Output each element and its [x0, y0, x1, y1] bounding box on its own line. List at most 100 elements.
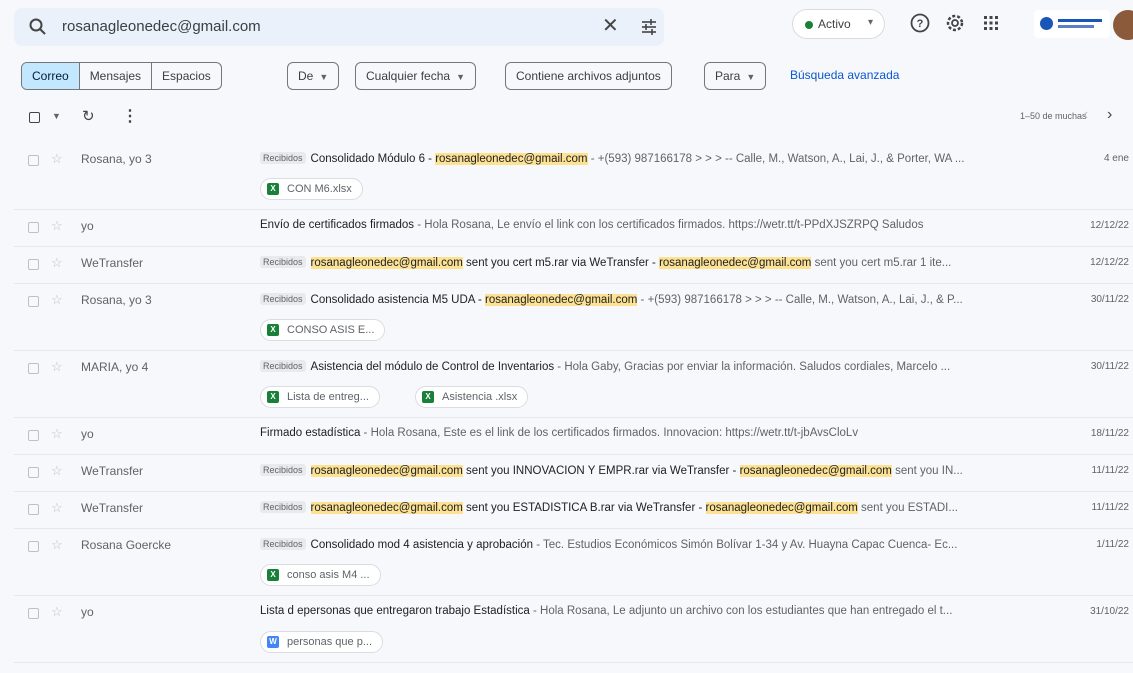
- email-sender: yo: [81, 427, 94, 441]
- more-options-icon[interactable]: ⋮: [122, 106, 138, 126]
- row-checkbox[interactable]: [28, 363, 39, 374]
- email-line: Recibidos rosanagleonedec@gmail.com sent …: [260, 501, 1050, 514]
- status-selector[interactable]: Activo ▾: [792, 9, 885, 39]
- search-options-icon[interactable]: [640, 18, 658, 36]
- row-checkbox[interactable]: [28, 296, 39, 307]
- attachment-name: CON M6.xlsx: [287, 183, 352, 195]
- email-date: 4 ene: [1103, 153, 1129, 164]
- row-checkbox[interactable]: [28, 259, 39, 270]
- email-row[interactable]: ☆ yo Lista d epersonas que entregaron trab…: [14, 596, 1133, 663]
- star-icon[interactable]: ☆: [51, 537, 63, 553]
- email-row[interactable]: ☆ yo Firmado estadística - Hola Rosana, Es…: [14, 418, 1133, 455]
- search-highlight: rosanagleonedec@gmail.com: [485, 294, 638, 306]
- spreadsheet-file-icon: X: [267, 569, 279, 581]
- attachment-chip[interactable]: Wpersonas que p...: [260, 631, 384, 653]
- from-filter-chip[interactable]: De ▼: [287, 62, 340, 90]
- chip-label: Cualquier fecha: [366, 69, 451, 83]
- email-snippet: sent you ESTADI...: [857, 502, 958, 514]
- spreadsheet-file-icon: X: [267, 183, 279, 195]
- email-date: 12/12/22: [1090, 257, 1129, 268]
- email-sender: WeTransfer: [81, 464, 144, 478]
- email-row[interactable]: ☆ Rosana, yo 3 Recibidos Consolidado Módulo…: [14, 143, 1133, 210]
- email-snippet: - Tec. Estudios Económicos Simón Bolívar…: [533, 539, 958, 551]
- email-snippet: - Hola Rosana, Le envío el link con los …: [414, 219, 924, 231]
- tab-correo[interactable]: Correo: [22, 63, 80, 89]
- avatar[interactable]: [1113, 10, 1133, 40]
- next-page-icon[interactable]: ›: [1107, 106, 1112, 124]
- email-date: 12/12/22: [1090, 220, 1129, 231]
- email-sender: yo: [81, 219, 94, 233]
- row-checkbox[interactable]: [28, 504, 39, 515]
- email-sender: Rosana Goercke: [81, 538, 172, 552]
- row-checkbox[interactable]: [28, 222, 39, 233]
- email-subject: Consolidado mod 4 asistencia y aprobació…: [310, 539, 534, 551]
- email-line: Recibidos Consolidado mod 4 asistencia y …: [260, 538, 1050, 551]
- inbox-label: Recibidos: [260, 464, 306, 476]
- search-icon[interactable]: [28, 17, 48, 37]
- chevron-down-icon: ▼: [456, 72, 465, 82]
- email-sender: Rosana, yo 3: [81, 293, 152, 307]
- email-row[interactable]: ☆ WeTransfer Recibidos rosanagleonedec@gmai…: [14, 455, 1133, 492]
- apps-grid-icon[interactable]: [980, 12, 1002, 34]
- star-icon[interactable]: ☆: [51, 604, 63, 620]
- chip-label: De: [298, 69, 314, 83]
- search-highlight: rosanagleonedec@gmail.com: [739, 465, 892, 477]
- email-snippet: - Hola Rosana, Le adjunto un archivo con…: [529, 605, 953, 617]
- star-icon[interactable]: ☆: [51, 500, 63, 516]
- status-dot: [805, 21, 813, 29]
- chevron-down-icon[interactable]: ▼: [52, 111, 61, 121]
- previous-page-icon[interactable]: ‹: [1083, 106, 1088, 124]
- search-highlight: rosanagleonedec@gmail.com: [310, 257, 463, 269]
- tab-mensajes[interactable]: Mensajes: [80, 63, 153, 89]
- row-checkbox[interactable]: [28, 608, 39, 619]
- attachment-chip[interactable]: X CON M6.xlsx: [260, 178, 363, 200]
- select-all-checkbox[interactable]: [29, 112, 40, 123]
- attachment-chip[interactable]: X Lista de entreg...: [260, 386, 380, 408]
- chevron-down-icon: ▾: [868, 17, 874, 28]
- spreadsheet-file-icon: X: [267, 391, 279, 403]
- attachment-chip[interactable]: Xconso asis M4 ...: [260, 564, 381, 586]
- star-icon[interactable]: ☆: [51, 255, 63, 271]
- to-filter-chip[interactable]: Para ▼: [704, 62, 767, 90]
- row-checkbox[interactable]: [28, 467, 39, 478]
- email-date: 18/11/22: [1090, 428, 1129, 439]
- tab-espacios[interactable]: Espacios: [152, 63, 221, 89]
- email-row[interactable]: ☆ yo Envío de certificados firmados - Hola…: [14, 210, 1133, 247]
- attachments-filter-chip[interactable]: Contiene archivos adjuntos: [505, 62, 672, 90]
- attachment-chip[interactable]: X Asistencia .xlsx: [415, 386, 529, 408]
- clear-search-icon[interactable]: ✕: [602, 15, 619, 37]
- settings-icon[interactable]: [944, 12, 966, 34]
- date-filter-chip[interactable]: Cualquier fecha ▼: [355, 62, 476, 90]
- star-icon[interactable]: ☆: [51, 292, 63, 308]
- email-row[interactable]: ☆ MARIA, yo 4 Recibidos Asistencia del módu…: [14, 351, 1133, 418]
- email-row[interactable]: ☆ Rosana, yo 3 Recibidos Consolidado asiste…: [14, 284, 1133, 351]
- email-row[interactable]: ☆ Rosana Goercke Recibidos Consolidado mod …: [14, 529, 1133, 596]
- chip-label: Contiene archivos adjuntos: [516, 69, 661, 83]
- email-row[interactable]: ☆ WeTransfer Recibidos rosanagleonedec@gmai…: [14, 247, 1133, 284]
- email-date: 30/11/22: [1090, 361, 1129, 372]
- advanced-search-link[interactable]: Búsqueda avanzada: [790, 68, 899, 82]
- email-line: Recibidos Consolidado asistencia M5 UDA -…: [260, 293, 1050, 306]
- help-icon[interactable]: ?: [909, 12, 931, 34]
- star-icon[interactable]: ☆: [51, 218, 63, 234]
- top-bar: rosanagleonedec@gmail.com ✕ Activo ▾ ?: [0, 0, 1133, 50]
- search-highlight: rosanagleonedec@gmail.com: [435, 153, 588, 165]
- email-subject: Consolidado Módulo 6 -: [310, 153, 436, 165]
- star-icon[interactable]: ☆: [51, 426, 63, 442]
- row-checkbox[interactable]: [28, 430, 39, 441]
- attachment-name: conso asis M4 ...: [287, 569, 370, 581]
- attachment-chip[interactable]: X CONSO ASIS E...: [260, 319, 386, 341]
- star-icon[interactable]: ☆: [51, 151, 63, 167]
- star-icon[interactable]: ☆: [51, 359, 63, 375]
- star-icon[interactable]: ☆: [51, 463, 63, 479]
- refresh-icon[interactable]: ↻: [82, 107, 95, 125]
- row-checkbox[interactable]: [28, 155, 39, 166]
- search-input[interactable]: rosanagleonedec@gmail.com: [62, 18, 261, 35]
- inbox-label: Recibidos: [260, 501, 306, 513]
- email-line: Envío de certificados firmados - Hola Ro…: [260, 219, 1050, 231]
- row-checkbox[interactable]: [28, 541, 39, 552]
- search-bar[interactable]: rosanagleonedec@gmail.com ✕: [14, 8, 664, 46]
- email-date: 1/11/22: [1096, 539, 1129, 550]
- email-line: Recibidos Consolidado Módulo 6 - rosanagl…: [260, 152, 1050, 165]
- email-row[interactable]: ☆ WeTransfer Recibidos rosanagleonedec@gmai…: [14, 492, 1133, 529]
